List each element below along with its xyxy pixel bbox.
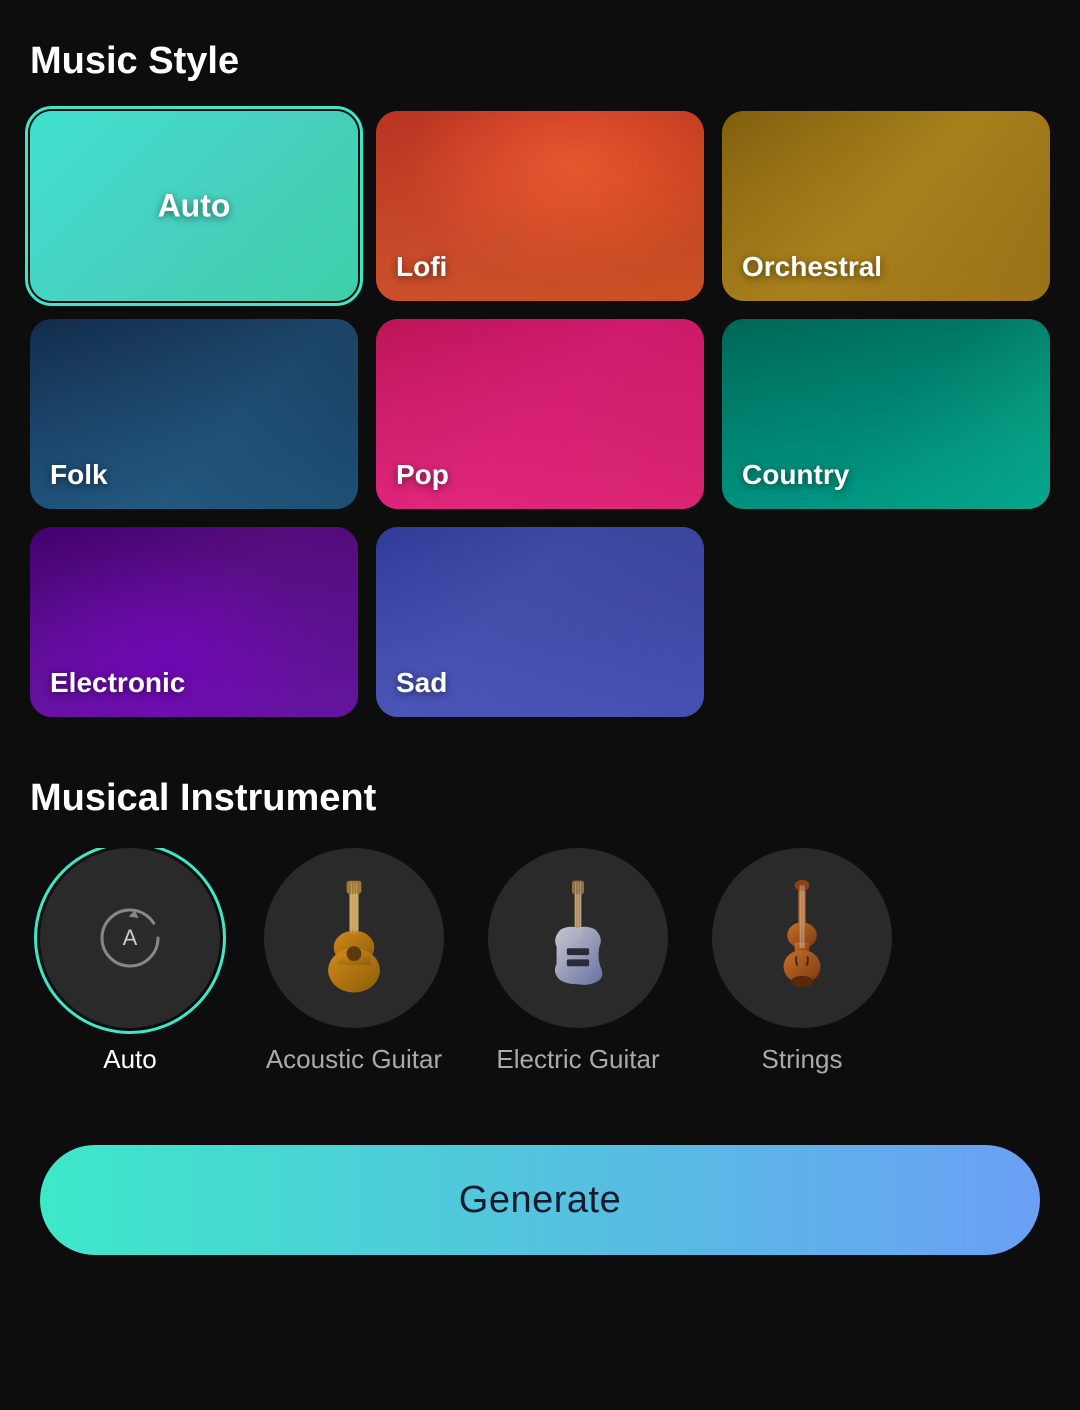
- instrument-section-title: Musical Instrument: [30, 777, 1050, 820]
- instrument-scroll: A Auto: [30, 848, 1050, 1085]
- instrument-label-strings: Strings: [762, 1044, 843, 1075]
- page-container: Music Style Auto 🎵 Lofi Orchestral Folk …: [0, 0, 1080, 1305]
- music-style-section: Music Style Auto 🎵 Lofi Orchestral Folk …: [30, 40, 1050, 717]
- style-card-electronic-label: Electronic: [50, 667, 185, 699]
- style-grid: Auto 🎵 Lofi Orchestral Folk Pop Country: [30, 111, 1050, 717]
- instrument-circle-acoustic: [264, 848, 444, 1028]
- instrument-item-auto[interactable]: A Auto: [30, 848, 230, 1075]
- style-card-folk[interactable]: Folk: [30, 319, 358, 509]
- instrument-circle-auto: A: [40, 848, 220, 1028]
- instrument-item-electric[interactable]: Electric Guitar: [478, 848, 678, 1075]
- style-card-country[interactable]: Country: [722, 319, 1050, 509]
- music-style-title: Music Style: [30, 40, 1050, 83]
- instrument-label-acoustic: Acoustic Guitar: [266, 1044, 442, 1075]
- instrument-section: Musical Instrument A Auto: [30, 777, 1050, 1085]
- style-card-pop[interactable]: Pop: [376, 319, 704, 509]
- style-card-sad-label: Sad: [396, 667, 447, 699]
- generate-section: Generate: [30, 1145, 1050, 1255]
- style-card-lofi[interactable]: 🎵 Lofi: [376, 111, 704, 301]
- svg-text:A: A: [123, 925, 138, 950]
- style-card-auto[interactable]: Auto: [30, 111, 358, 301]
- instrument-label-electric: Electric Guitar: [496, 1044, 659, 1075]
- style-card-orchestral-label: Orchestral: [742, 251, 882, 283]
- style-card-lofi-label: Lofi: [396, 251, 447, 283]
- style-card-orchestral[interactable]: Orchestral: [722, 111, 1050, 301]
- style-card-sad[interactable]: Sad: [376, 527, 704, 717]
- instrument-circle-strings: [712, 848, 892, 1028]
- style-card-electronic[interactable]: Electronic: [30, 527, 358, 717]
- style-card-country-label: Country: [742, 459, 849, 491]
- generate-button[interactable]: Generate: [40, 1145, 1040, 1255]
- violin-icon: [762, 878, 842, 998]
- instrument-item-strings[interactable]: Strings: [702, 848, 902, 1075]
- acoustic-guitar-icon: [304, 878, 404, 998]
- auto-instrument-icon: A: [95, 903, 165, 973]
- instrument-circle-electric: [488, 848, 668, 1028]
- instrument-item-acoustic[interactable]: Acoustic Guitar: [254, 848, 454, 1075]
- style-card-folk-label: Folk: [50, 459, 108, 491]
- style-card-auto-label: Auto: [158, 188, 231, 225]
- style-card-pop-label: Pop: [396, 459, 449, 491]
- instrument-label-auto: Auto: [103, 1044, 157, 1075]
- electric-guitar-icon: [533, 878, 623, 998]
